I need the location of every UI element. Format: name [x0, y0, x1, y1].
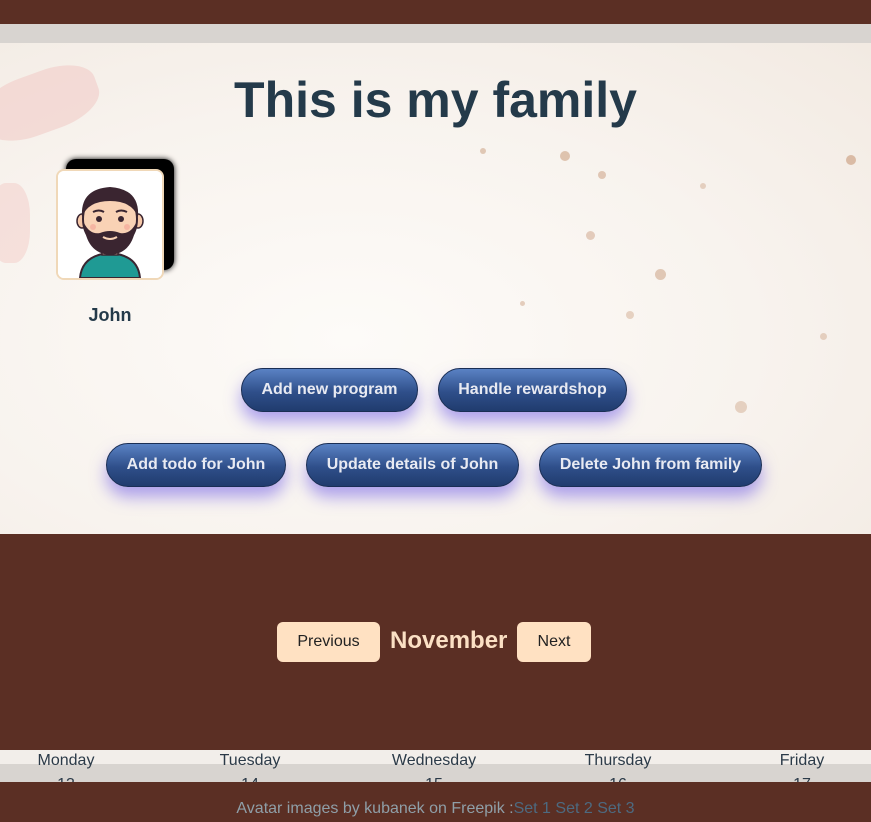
avatar-illustration: [58, 171, 162, 278]
day-column-thursday[interactable]: Thursday 16: [558, 752, 678, 782]
day-date: 14: [190, 776, 310, 782]
day-name: Monday: [37, 752, 95, 769]
background-decoration: [560, 151, 570, 161]
background-decoration: [520, 301, 525, 306]
bearded-man-avatar-icon[interactable]: [56, 169, 164, 280]
day-column-friday[interactable]: Friday 17: [742, 752, 862, 782]
update-details-button[interactable]: Update details of John: [306, 443, 519, 487]
footer-link-set-1[interactable]: Set 1: [514, 800, 551, 817]
day-name: Thursday: [584, 752, 652, 769]
day-name: Friday: [779, 752, 825, 769]
background-decoration: [598, 171, 606, 179]
previous-month-button[interactable]: Previous: [277, 622, 380, 662]
background-decoration: [846, 155, 856, 165]
add-program-button[interactable]: Add new program: [241, 368, 418, 412]
background-decoration: [0, 183, 30, 263]
footer-link-set-3[interactable]: Set 3: [597, 800, 634, 817]
top-stripe: [0, 24, 871, 43]
page-title: This is my family: [234, 72, 637, 128]
delete-member-button[interactable]: Delete John from family: [539, 443, 762, 487]
add-todo-button[interactable]: Add todo for John: [106, 443, 286, 487]
footer-link-set-2[interactable]: Set 2: [555, 800, 592, 817]
background-decoration: [700, 183, 706, 189]
rewardshop-button[interactable]: Handle rewardshop: [438, 368, 627, 412]
next-month-button[interactable]: Next: [517, 622, 591, 662]
day-name: Tuesday: [219, 752, 281, 769]
week-header: Monday 13 Tuesday 14 Wednesday 15 Thursd…: [0, 750, 871, 782]
background-decoration: [626, 311, 634, 319]
day-column-tuesday[interactable]: Tuesday 14: [190, 752, 310, 782]
footer-credit-text: Avatar images by kubanek on Freepik :: [236, 800, 514, 817]
background-decoration: [655, 269, 666, 280]
member-card-john[interactable]: [56, 159, 174, 280]
background-decoration: [586, 231, 595, 240]
member-name: John: [88, 305, 132, 325]
family-panel: This is my family John Add new program H…: [0, 43, 871, 534]
day-date: 17: [742, 776, 862, 782]
day-column-monday[interactable]: Monday 13: [6, 752, 126, 782]
month-label: November: [390, 627, 508, 654]
day-date: 16: [558, 776, 678, 782]
top-bar: [0, 0, 871, 24]
day-column-wednesday[interactable]: Wednesday 15: [374, 752, 494, 782]
background-decoration: [735, 401, 747, 413]
background-decoration: [820, 333, 827, 340]
day-date: 13: [6, 776, 126, 782]
day-name: Wednesday: [391, 752, 477, 769]
footer-credits: Avatar images by kubanek on Freepik :Set…: [0, 800, 871, 818]
background-decoration: [480, 148, 486, 154]
day-date: 15: [374, 776, 494, 782]
